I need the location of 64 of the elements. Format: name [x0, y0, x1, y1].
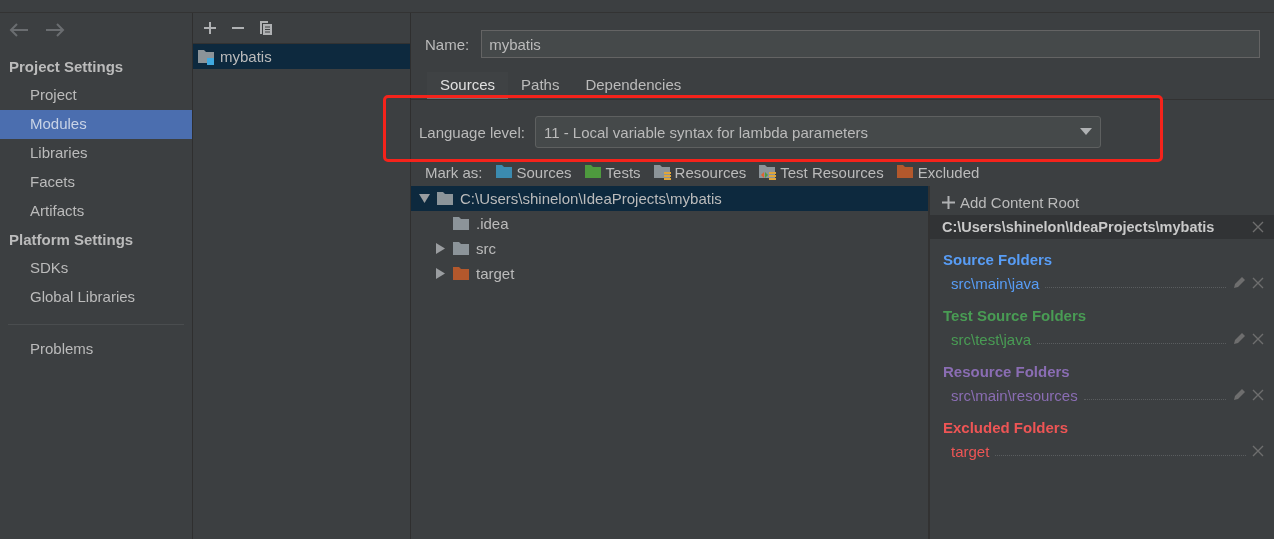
folder-icon [494, 163, 514, 181]
folder-icon [583, 163, 603, 181]
collapsed-arrow-icon[interactable] [434, 243, 446, 254]
folder-icon [895, 163, 915, 181]
tree-row[interactable]: src [411, 236, 928, 261]
pencil-icon[interactable] [1232, 388, 1246, 402]
plus-icon [942, 196, 955, 209]
folder-icon [452, 264, 471, 283]
pencil-icon[interactable] [1232, 332, 1246, 346]
dropdown-arrow-icon [1079, 128, 1092, 136]
sidebar-group-title: Project Settings [8, 57, 125, 77]
mark-as-option[interactable]: Test Resources [758, 163, 884, 181]
mark-as-option[interactable]: Sources [494, 163, 572, 181]
language-level-dropdown[interactable]: 11 - Local variable syntax for lambda parameters [534, 116, 1101, 148]
sidebar-item[interactable]: Problems [0, 335, 192, 364]
sidebar-item[interactable]: Project [0, 81, 192, 110]
close-icon[interactable] [1252, 221, 1264, 233]
back-arrow-icon[interactable] [8, 21, 30, 39]
folder-path: src\test\java [951, 330, 1032, 348]
close-icon[interactable] [1252, 277, 1264, 289]
sidebar-item[interactable]: Global Libraries [0, 283, 192, 312]
folder-path: src\main\java [951, 274, 1040, 292]
sidebar-item[interactable]: Facets [0, 168, 192, 197]
close-icon[interactable] [1252, 445, 1264, 457]
module-folder-icon [197, 47, 216, 66]
mark-as-option[interactable]: Tests [583, 163, 641, 181]
sidebar-item[interactable]: Libraries [0, 139, 192, 168]
content-root-path: C:\Users\shinelon\IdeaProjects\mybatis [942, 219, 1215, 235]
sidebar-item[interactable]: Artifacts [0, 197, 192, 226]
pencil-icon[interactable] [1232, 276, 1246, 290]
folder-icon [652, 163, 672, 181]
tree-row[interactable]: C:\Users\shinelon\IdeaProjects\mybatis [411, 186, 928, 211]
folder-section-title: Test Source Folders [943, 306, 1088, 326]
name-label: Name: [425, 35, 470, 53]
mark-as-label: Mark as: [425, 163, 483, 181]
folder-section-title: Source Folders [943, 250, 1054, 270]
folder-icon [452, 239, 471, 258]
folder-icon [758, 163, 778, 181]
close-icon[interactable] [1252, 333, 1264, 345]
mark-as-option[interactable]: Excluded [895, 163, 980, 181]
tab[interactable]: Dependencies [572, 72, 695, 99]
tree-row[interactable]: .idea [411, 211, 928, 236]
sidebar-item[interactable]: SDKs [0, 254, 192, 283]
close-icon[interactable] [1252, 389, 1264, 401]
add-content-root-button[interactable]: Add Content Root [930, 186, 1092, 215]
folder-path: target [951, 442, 990, 460]
mark-as-option[interactable]: Resources [652, 163, 747, 181]
name-field[interactable]: mybatis [481, 30, 1260, 58]
module-item[interactable]: mybatis [193, 44, 410, 69]
folder-path: src\main\resources [951, 386, 1078, 404]
expanded-arrow-icon[interactable] [418, 193, 430, 204]
language-level-label: Language level: [419, 123, 525, 141]
copy-icon[interactable] [259, 20, 273, 36]
sidebar-group-title: Platform Settings [8, 230, 135, 250]
folder-icon [436, 189, 455, 208]
tab[interactable]: Paths [508, 72, 573, 99]
plus-icon[interactable] [203, 21, 217, 35]
forward-arrow-icon[interactable] [44, 21, 66, 39]
collapsed-arrow-icon[interactable] [434, 268, 446, 279]
folder-icon [452, 214, 471, 233]
tree-row[interactable]: target [411, 261, 928, 286]
sidebar-item[interactable]: Modules [0, 110, 192, 139]
folder-section-title: Resource Folders [943, 362, 1071, 382]
folder-section-title: Excluded Folders [943, 418, 1070, 438]
